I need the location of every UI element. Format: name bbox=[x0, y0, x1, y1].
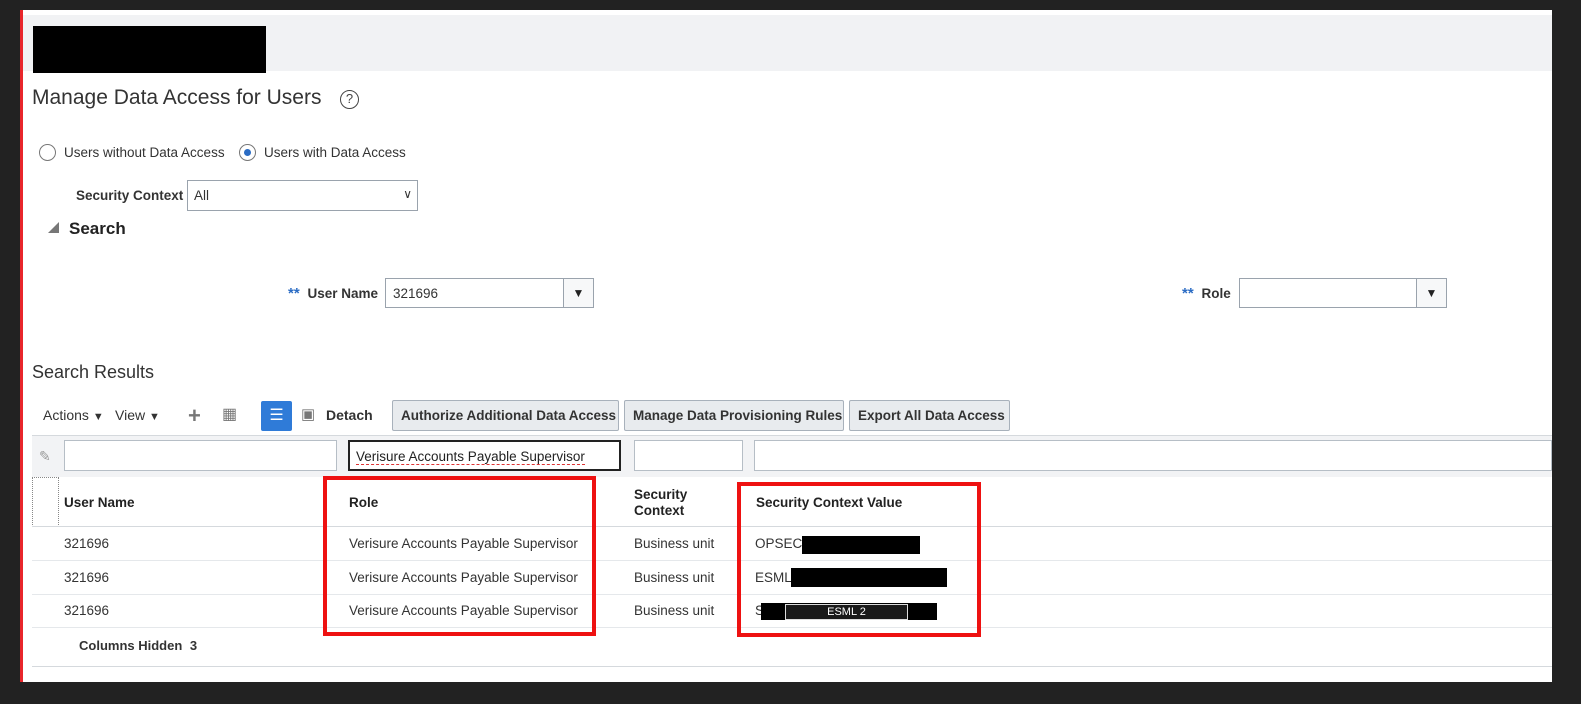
highlight-box-security-context-value bbox=[737, 482, 981, 637]
required-marker: ** bbox=[1182, 285, 1194, 302]
left-edge-bar bbox=[20, 10, 23, 682]
table-cell-security-context: Business unit bbox=[634, 536, 715, 551]
pencil-icon: ✎ bbox=[39, 448, 51, 464]
role-combobox[interactable]: ▼ bbox=[1239, 278, 1447, 308]
filter-security-context[interactable] bbox=[634, 440, 743, 471]
radio-users-without-access[interactable]: Users without Data Access bbox=[39, 144, 225, 161]
column-header-security-context[interactable]: Security Context bbox=[634, 487, 687, 519]
search-results-title: Search Results bbox=[32, 362, 155, 382]
radio-selected-icon[interactable] bbox=[239, 144, 256, 161]
table-cell-user-name: 321696 bbox=[64, 570, 110, 585]
highlight-box-role bbox=[323, 476, 596, 636]
query-by-example-icon[interactable]: ☰ bbox=[261, 401, 292, 431]
manage-provisioning-rules-button[interactable]: Manage Data Provisioning Rules bbox=[624, 400, 844, 431]
view-menu[interactable]: View ▼ bbox=[115, 407, 160, 423]
search-section-header[interactable]: Search bbox=[69, 219, 126, 239]
filter-security-context-value[interactable] bbox=[754, 440, 1552, 471]
role-label: ** Role bbox=[1182, 285, 1231, 302]
detach-button[interactable]: Detach bbox=[326, 407, 373, 423]
authorize-data-access-button[interactable]: Authorize Additional Data Access bbox=[392, 400, 619, 431]
radio-circle-icon[interactable] bbox=[39, 144, 56, 161]
export-data-access-button[interactable]: Export All Data Access bbox=[849, 400, 1010, 431]
caret-down-icon: ▼ bbox=[148, 411, 160, 423]
column-header-user-name[interactable]: User Name bbox=[64, 495, 135, 510]
filter-role[interactable]: Verisure Accounts Payable Supervisor bbox=[348, 440, 621, 471]
chevron-down-icon: ∨ bbox=[403, 187, 412, 201]
redacted-logo bbox=[33, 26, 266, 73]
table-cell-security-context: Business unit bbox=[634, 603, 715, 618]
footer-divider bbox=[32, 666, 1552, 667]
columns-hidden-label: Columns Hidden 3 bbox=[79, 638, 198, 653]
page-title: Manage Data Access for Users bbox=[32, 86, 322, 109]
required-marker: ** bbox=[288, 285, 300, 302]
user-name-label: ** User Name bbox=[288, 285, 378, 302]
table-cell-user-name: 321696 bbox=[64, 603, 110, 618]
table-cell-security-context: Business unit bbox=[634, 570, 715, 585]
radio-label-without: Users without Data Access bbox=[64, 145, 225, 160]
security-context-label: Security Context bbox=[76, 188, 184, 203]
security-context-value: All bbox=[194, 188, 210, 203]
radio-label-with: Users with Data Access bbox=[264, 145, 406, 160]
table-cell-user-name: 321696 bbox=[64, 536, 110, 551]
freeze-columns-icon[interactable]: ▦ bbox=[222, 404, 237, 424]
dropdown-arrow-icon[interactable]: ▼ bbox=[563, 279, 593, 307]
actions-menu[interactable]: Actions ▼ bbox=[43, 407, 104, 423]
dropdown-arrow-icon[interactable]: ▼ bbox=[1416, 279, 1446, 307]
app-window: Manage Data Access for Users ? Users wit… bbox=[20, 10, 1552, 682]
detach-icon[interactable]: ▣ bbox=[301, 405, 315, 423]
security-context-select[interactable]: All ∨ bbox=[187, 180, 418, 211]
caret-down-icon: ▼ bbox=[92, 411, 104, 423]
add-icon[interactable]: + bbox=[188, 403, 201, 429]
user-name-combobox[interactable]: 321696 ▼ bbox=[385, 278, 594, 308]
radio-users-with-access[interactable]: Users with Data Access bbox=[239, 144, 406, 161]
columns-hidden-count: 3 bbox=[189, 638, 198, 653]
user-name-value: 321696 bbox=[393, 286, 439, 301]
help-icon[interactable]: ? bbox=[340, 90, 359, 109]
collapse-triangle-icon[interactable] bbox=[48, 222, 59, 233]
row-selector-header[interactable] bbox=[32, 477, 59, 527]
filter-user-name[interactable] bbox=[64, 440, 337, 471]
